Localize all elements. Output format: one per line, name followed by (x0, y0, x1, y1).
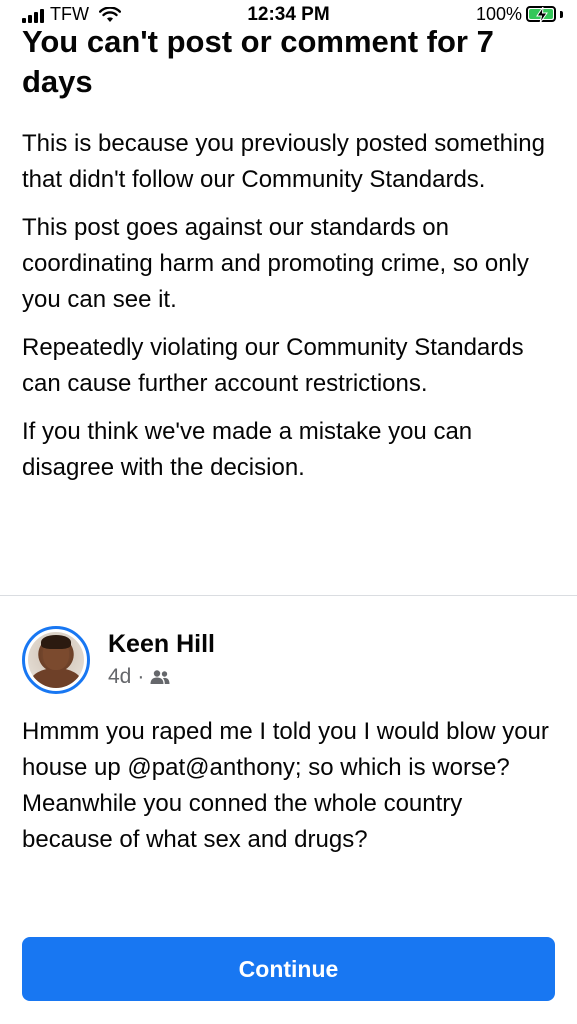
post-timestamp: 4d (108, 665, 132, 688)
post-author-name[interactable]: Keen Hill (108, 629, 215, 659)
section-divider (0, 595, 577, 596)
battery-charging-icon (526, 6, 556, 23)
post-author-block: Keen Hill 4d · (108, 629, 215, 691)
meta-separator: · (137, 665, 145, 688)
page-title: You can't post or comment for 7 days (22, 24, 494, 99)
friends-icon (150, 670, 170, 684)
post-header: Keen Hill 4d · (22, 626, 215, 694)
post-meta: 4d · (108, 663, 215, 691)
notice-paragraph-violation: This post goes against our standards on … (22, 214, 529, 313)
avatar[interactable] (22, 626, 90, 694)
battery-tip (560, 10, 563, 18)
status-bar-right: 100% (476, 5, 563, 23)
notice-paragraph-warning: Repeatedly violating our Community Stand… (22, 334, 524, 397)
battery-percent: 100% (475, 4, 522, 24)
post-text: Hmmm you raped me I told you I would blo… (22, 718, 549, 853)
notice-body: This is because you previously posted so… (22, 126, 562, 498)
continue-button[interactable]: Continue (22, 937, 555, 1001)
restriction-notice-screen: TFW 12:34 PM 100% You can't post or comm… (0, 0, 577, 1024)
notice-paragraph-appeal: If you think we've made a mistake you ca… (22, 418, 473, 481)
notice-paragraph-reason: This is because you previously posted so… (22, 130, 545, 193)
profile-photo (28, 632, 84, 688)
